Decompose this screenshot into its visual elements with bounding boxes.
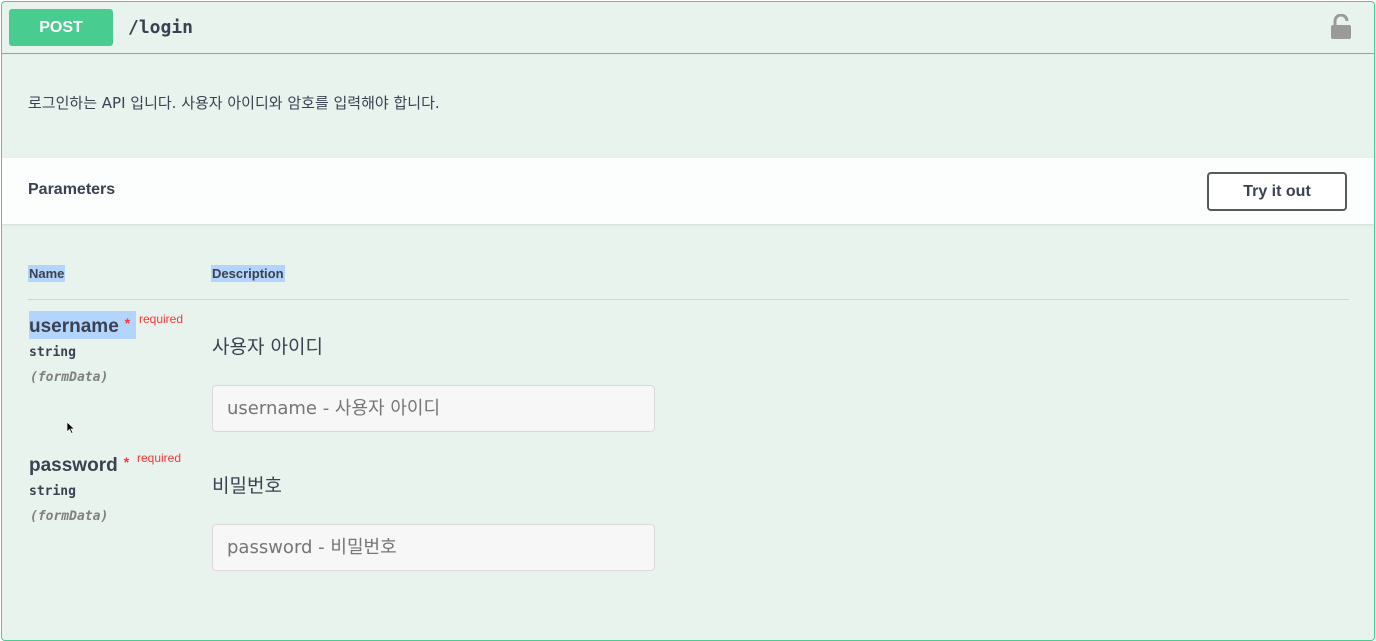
column-header-name: Name [28,265,66,282]
parameter-name: username * [29,311,137,339]
parameter-type: string [29,484,76,499]
parameter-location: (formData) [30,509,109,524]
header-divider [28,299,1349,300]
operation-description: 로그인하는 API 입니다. 사용자 아이디와 암호를 입력해야 합니다. [28,94,440,112]
parameter-location: (formData) [30,370,109,385]
parameters-header: Parameters Try it out [2,158,1374,224]
required-asterisk: * [123,454,130,470]
unlocked-lock-icon[interactable] [1330,13,1352,40]
required-label: required [139,312,184,326]
parameter-description: 비밀번호 [212,475,282,497]
try-it-out-button[interactable]: Try it out [1207,172,1347,211]
parameter-type: string [29,345,76,360]
parameter-name: password * [29,454,130,476]
operation-summary[interactable]: POST /login [2,2,1374,54]
username-input[interactable] [212,385,655,432]
http-method-badge: POST [9,9,113,46]
required-label: required [137,451,182,465]
column-header-description: Description [211,265,285,282]
mouse-cursor-icon [66,421,76,434]
endpoint-path: /login [128,17,194,38]
parameters-title: Parameters [28,181,116,198]
operation-block-post-login: POST /login 로그인하는 API 입니다. 사용자 아이디와 암호를 … [1,1,1375,641]
password-input[interactable] [212,524,655,571]
parameter-description: 사용자 아이디 [212,336,323,358]
required-asterisk: * [124,315,131,331]
